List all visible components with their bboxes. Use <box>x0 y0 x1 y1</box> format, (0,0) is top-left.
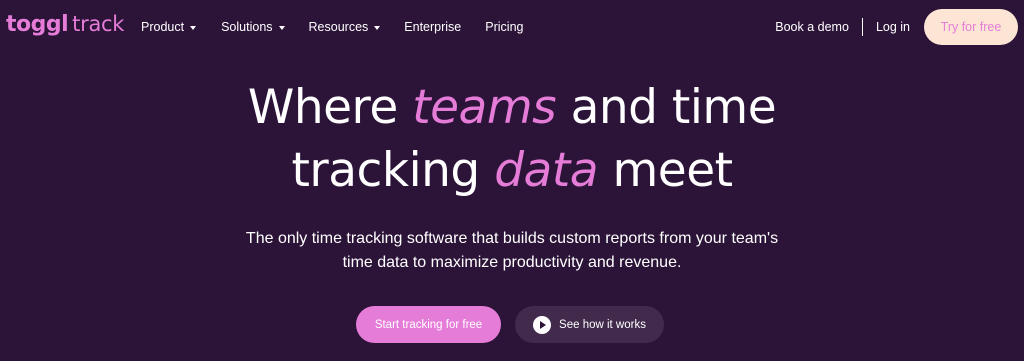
nav-item-label: Solutions <box>221 20 273 34</box>
hero-title-text: tracking <box>291 143 495 198</box>
nav-divider <box>861 18 863 36</box>
logo[interactable]: toggl track <box>6 12 124 37</box>
nav-item-label: Enterprise <box>404 20 462 34</box>
play-icon <box>533 315 552 334</box>
see-how-it-works-label: See how it works <box>559 318 646 331</box>
cta-row: Start tracking for free See how it works <box>356 306 664 343</box>
hero-title-line-2: tracking data meet <box>0 139 1024 202</box>
nav-item-resources[interactable]: Resources <box>309 20 381 34</box>
hero-title: Where teams and time tracking data meet <box>0 76 1024 202</box>
nav-actions: Book a demo Log in Try for free <box>775 9 1018 45</box>
start-tracking-button[interactable]: Start tracking for free <box>356 306 501 343</box>
hero-title-accent: data <box>494 143 599 198</box>
hero-title-text: and time <box>556 80 777 135</box>
chevron-down-icon <box>374 25 381 30</box>
nav-item-enterprise[interactable]: Enterprise <box>404 20 461 34</box>
hero-title-accent: teams <box>412 80 557 135</box>
nav-item-label: Product <box>141 20 185 34</box>
hero-title-text: meet <box>598 143 734 198</box>
book-demo-link[interactable]: Book a demo <box>775 20 849 34</box>
logo-brand: toggl <box>6 12 69 37</box>
nav-item-label: Resources <box>308 20 369 34</box>
chevron-down-icon <box>278 25 285 30</box>
nav-links: Product Solutions Resources Enterprise P… <box>141 20 523 34</box>
login-link[interactable]: Log in <box>876 20 910 34</box>
hero-title-line-1: Where teams and time <box>0 76 1024 139</box>
nav-item-product[interactable]: Product <box>141 20 197 34</box>
chevron-down-icon <box>190 25 197 30</box>
try-for-free-button[interactable]: Try for free <box>924 9 1018 45</box>
page: toggl track Product Solutions Resources … <box>0 0 1024 361</box>
logo-product: track <box>72 12 125 36</box>
hero-subtitle-line-2: time data to maximize productivity and r… <box>342 254 682 271</box>
nav-item-solutions[interactable]: Solutions <box>221 20 285 34</box>
nav-item-label: Pricing <box>485 20 524 34</box>
navbar: toggl track Product Solutions Resources … <box>0 0 1024 54</box>
hero-subtitle: The only time tracking software that bui… <box>0 227 1024 275</box>
nav-item-pricing[interactable]: Pricing <box>485 20 523 34</box>
hero-title-text: Where <box>247 80 413 135</box>
hero-subtitle-line-1: The only time tracking software that bui… <box>245 230 779 247</box>
see-how-it-works-button[interactable]: See how it works <box>515 306 664 343</box>
